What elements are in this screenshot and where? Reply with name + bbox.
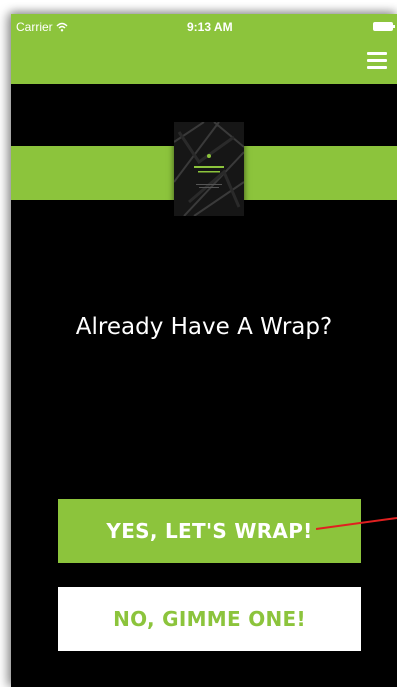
hamburger-menu-icon[interactable] bbox=[367, 52, 387, 69]
annotation-arrow-icon bbox=[316, 517, 397, 530]
carrier-indicator: Carrier bbox=[16, 20, 68, 34]
product-package-image bbox=[174, 122, 244, 216]
wifi-icon bbox=[56, 22, 68, 32]
status-bar: Carrier 9:13 AM bbox=[11, 14, 397, 36]
battery-icon bbox=[373, 22, 395, 31]
header-bar: Carrier 9:13 AM bbox=[11, 14, 397, 84]
page-heading: Already Have A Wrap? bbox=[75, 314, 333, 340]
carrier-label: Carrier bbox=[16, 20, 53, 34]
no-gimme-one-button[interactable]: NO, GIMME ONE! bbox=[58, 587, 361, 651]
app-screen: Carrier 9:13 AM Already Have A Wrap? YES… bbox=[11, 14, 397, 687]
status-time: 9:13 AM bbox=[187, 20, 233, 34]
